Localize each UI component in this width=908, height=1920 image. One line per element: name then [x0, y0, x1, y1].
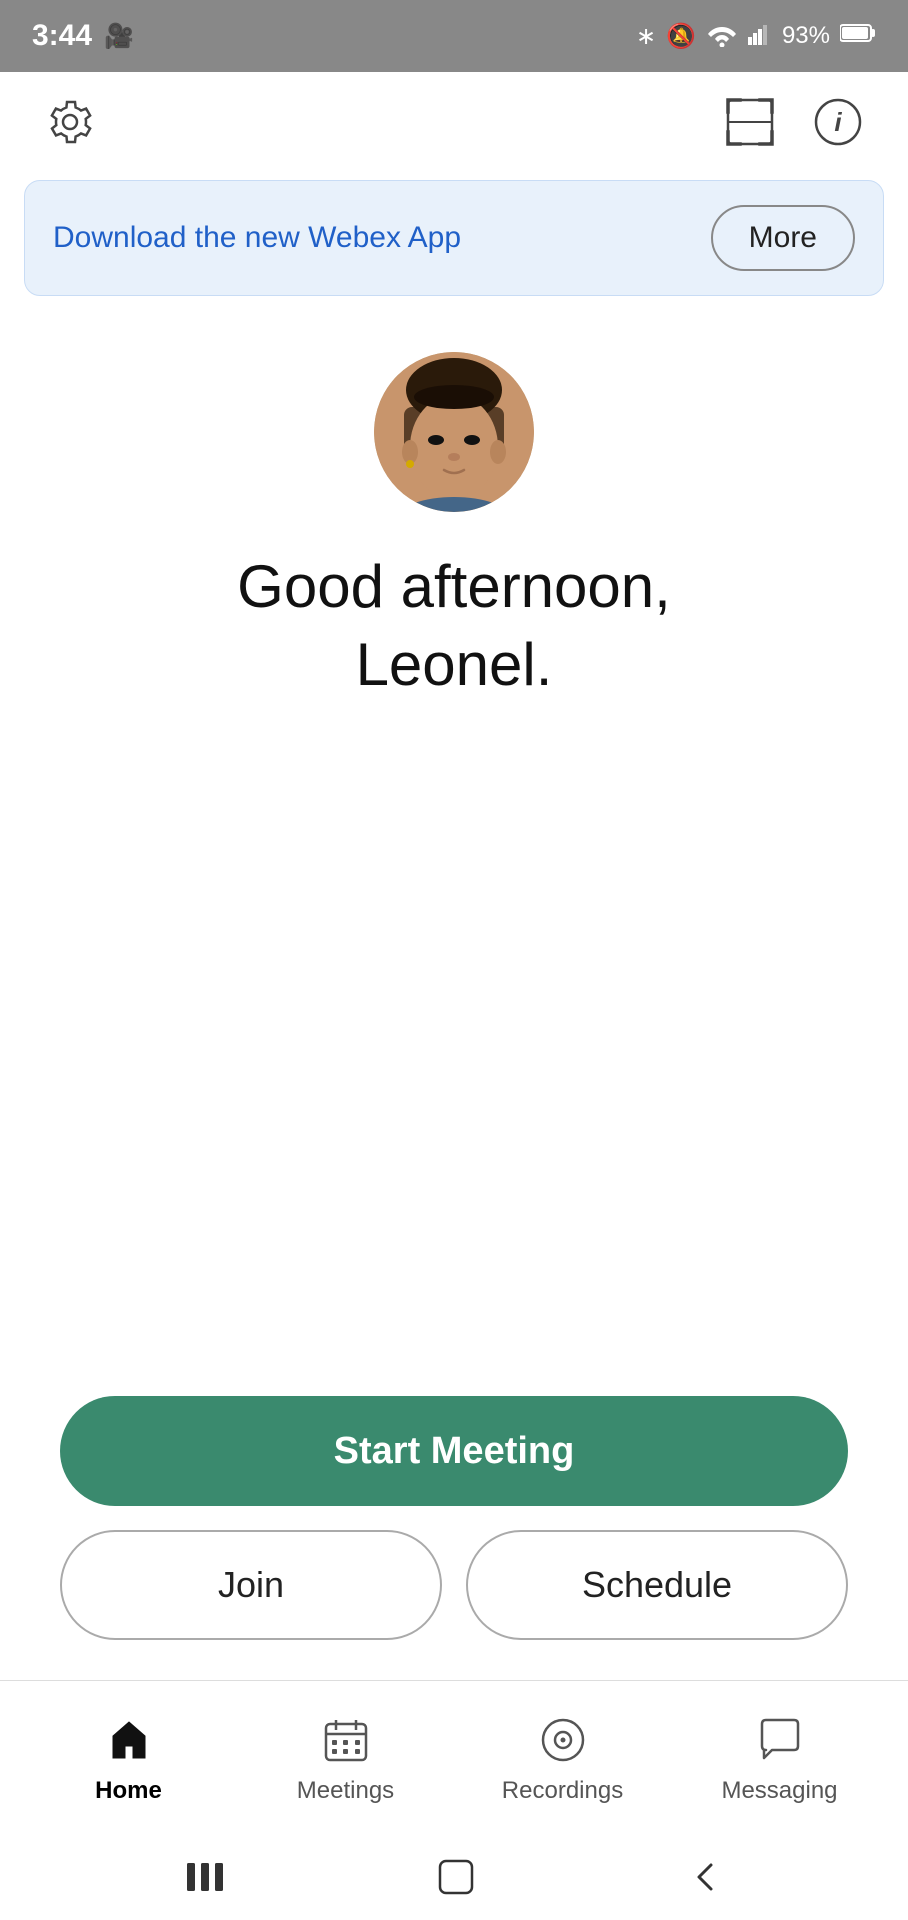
status-time: 3:44: [32, 19, 92, 53]
banner-text[interactable]: Download the new Webex App: [53, 221, 461, 255]
battery-text: 93%: [782, 22, 830, 50]
nav-item-recordings[interactable]: Recordings: [454, 1716, 671, 1805]
home-button[interactable]: [436, 1857, 476, 1904]
system-nav: [0, 1840, 908, 1920]
meetings-label: Meetings: [297, 1777, 394, 1805]
nav-item-meetings[interactable]: Meetings: [237, 1716, 454, 1805]
greeting-line1: Good afternoon,: [237, 553, 671, 620]
start-meeting-button[interactable]: Start Meeting: [60, 1396, 848, 1506]
nav-item-messaging[interactable]: Messaging: [671, 1716, 888, 1805]
join-button[interactable]: Join: [60, 1530, 442, 1640]
status-left: 3:44 🎥: [32, 19, 134, 53]
secondary-buttons: Join Schedule: [60, 1530, 848, 1640]
svg-text:i: i: [834, 107, 842, 137]
mute-icon: 🔕: [666, 22, 696, 51]
nav-item-home[interactable]: Home: [20, 1716, 237, 1805]
avatar: [374, 352, 534, 512]
recent-apps-button[interactable]: [185, 1859, 225, 1902]
video-status-icon: 🎥: [104, 22, 134, 51]
settings-icon[interactable]: [40, 92, 100, 152]
status-bar: 3:44 🎥 ∗ 🔕 93%: [0, 0, 908, 72]
status-right: ∗ 🔕 93%: [636, 19, 876, 54]
battery-icon: [840, 22, 876, 50]
action-buttons: Start Meeting Join Schedule: [40, 1396, 868, 1640]
meetings-icon: [322, 1716, 370, 1769]
bluetooth-icon: ∗: [636, 22, 656, 51]
wifi-icon: [706, 19, 738, 54]
info-button[interactable]: i: [808, 92, 868, 152]
messaging-icon: [756, 1716, 804, 1769]
scan-button[interactable]: [720, 92, 780, 152]
home-icon: [105, 1716, 153, 1769]
bottom-nav: Home Meetings: [0, 1680, 908, 1840]
messaging-label: Messaging: [721, 1777, 837, 1805]
signal-icon: [748, 21, 772, 52]
download-banner: Download the new Webex App More: [24, 180, 884, 296]
schedule-button[interactable]: Schedule: [466, 1530, 848, 1640]
header: i: [0, 72, 908, 172]
greeting-text: Good afternoon, Leonel.: [237, 548, 671, 704]
main-content: Good afternoon, Leonel. Start Meeting Jo…: [0, 312, 908, 1680]
greeting-line2: Leonel.: [356, 631, 553, 698]
home-label: Home: [95, 1777, 162, 1805]
banner-more-button[interactable]: More: [711, 205, 855, 271]
back-button[interactable]: [687, 1859, 723, 1902]
recordings-icon: [539, 1716, 587, 1769]
header-right: i: [720, 92, 868, 152]
recordings-label: Recordings: [502, 1777, 623, 1805]
